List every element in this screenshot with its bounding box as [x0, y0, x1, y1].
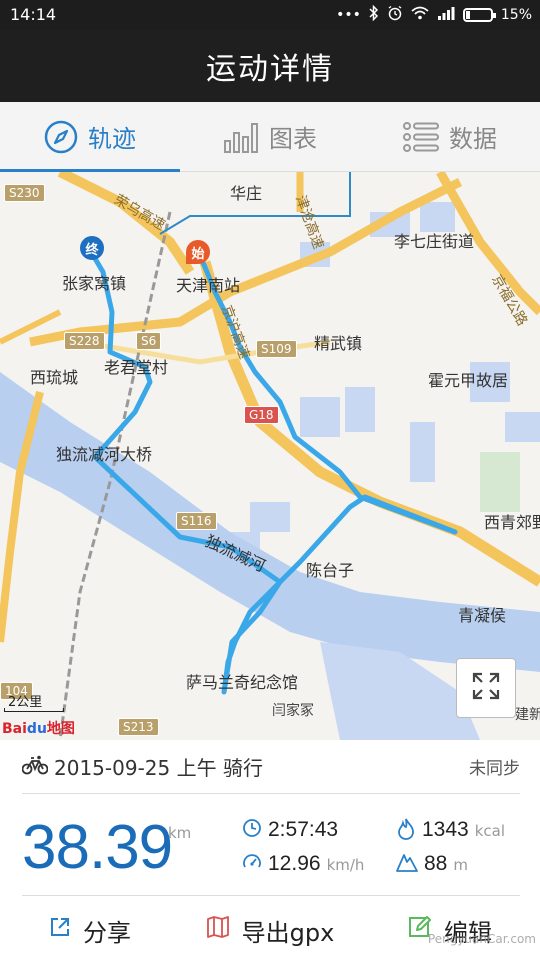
baidu-logo-bai: Bai	[2, 721, 27, 737]
map-label-qnh: 青凝侯	[458, 606, 507, 625]
map-label-smlq: 萨马兰奇纪念馆	[186, 673, 299, 692]
tab-bar: 轨迹 图表 数据	[0, 102, 540, 172]
duration-value: 2:57:43	[268, 818, 339, 841]
mountain-icon	[396, 852, 418, 876]
map-label-ljtc: 老君堂村	[104, 358, 169, 377]
tab-track[interactable]: 轨迹	[0, 102, 180, 172]
status-time: 14:14	[10, 5, 57, 24]
road-badge-s213: S213	[118, 718, 159, 736]
watermark: PengyuanCar.com	[427, 932, 536, 946]
baidu-map-logo: Baidu地图	[2, 718, 75, 738]
ride-date-label: 2015-09-25 上午 骑行	[54, 756, 263, 780]
road-badge-s230: S230	[4, 184, 45, 202]
climb-value: 88	[424, 852, 448, 875]
calories-unit: kcal	[474, 822, 506, 840]
expand-icon	[471, 671, 501, 705]
share-button[interactable]: 分享	[0, 900, 180, 960]
map-scale-label: 2公里	[8, 695, 43, 710]
flame-icon	[396, 818, 416, 844]
map-label-xlc: 西琉城	[30, 368, 79, 387]
status-bar: 14:14 ••• 15%	[0, 0, 540, 30]
stats-panel: 38.39 km 2:57:43 1343 kcal 12.96 km/h 88…	[22, 800, 520, 896]
clock-icon	[242, 818, 262, 842]
map-export-icon	[206, 915, 230, 945]
tab-chart-label: 图表	[269, 125, 317, 153]
stat-duration: 2:57:43	[242, 818, 338, 842]
start-marker-icon[interactable]: 始	[186, 240, 210, 264]
map-label-tjnz: 天津南站	[176, 276, 241, 295]
tab-track-label: 轨迹	[88, 125, 136, 153]
export-gpx-button[interactable]: 导出gpx	[180, 900, 360, 960]
road-badge-s116: S116	[176, 512, 217, 530]
end-marker-icon[interactable]: 终	[80, 236, 104, 260]
battery-fill	[465, 11, 470, 19]
action-bar: 分享 导出gpx 编辑	[0, 900, 540, 960]
stat-calories: 1343 kcal	[396, 818, 505, 844]
map-label-hyj: 霍元甲故居	[428, 371, 509, 390]
battery-percent: 15%	[500, 7, 532, 23]
speed-value: 12.96	[268, 852, 321, 875]
notification-dots-icon: •••	[336, 7, 361, 23]
tab-data-label: 数据	[449, 125, 497, 153]
page-title: 运动详情	[206, 52, 334, 87]
list-icon	[403, 121, 439, 152]
map-label-ctz: 陈台子	[306, 561, 355, 580]
bluetooth-icon	[369, 4, 379, 25]
alarm-clock-icon	[387, 5, 403, 25]
map-label-huazhuang: 华庄	[230, 184, 263, 203]
distance-value: 38.39	[22, 813, 173, 882]
status-icons: ••• 15%	[336, 4, 532, 25]
speedometer-icon	[242, 852, 262, 876]
calories-value: 1343	[422, 818, 469, 841]
tab-data[interactable]: 数据	[360, 102, 540, 171]
compass-icon	[44, 120, 78, 154]
wifi-icon	[411, 6, 429, 24]
edit-button[interactable]: 编辑	[360, 900, 540, 960]
map-label-zjw: 张家窝镇	[62, 274, 127, 293]
stat-climb: 88 m	[396, 852, 468, 876]
road-badge-s109: S109	[256, 340, 297, 358]
map-label-jx: 建新	[515, 707, 540, 723]
climb-unit: m	[453, 856, 468, 874]
bicycle-icon	[21, 755, 49, 779]
title-bar: 运动详情	[0, 30, 540, 102]
route-map[interactable]: 华庄 李七庄街道 张家窝镇 天津南站 精武镇 西琉城 老君堂村 霍元甲故居 独流…	[0, 172, 540, 740]
bar-chart-icon	[223, 121, 259, 153]
map-label-dljdq: 独流减河大桥	[56, 445, 153, 464]
stat-speed: 12.96 km/h	[242, 852, 364, 876]
export-gpx-label: 导出gpx	[241, 918, 335, 947]
sync-status[interactable]: 未同步	[469, 754, 520, 779]
map-label-yjj: 闫家冢	[272, 703, 314, 719]
share-icon	[49, 916, 71, 944]
map-label-jwz: 精武镇	[314, 334, 363, 353]
baidu-logo-map: 地图	[46, 721, 75, 737]
road-badge-g18: G18	[244, 406, 279, 424]
share-label: 分享	[83, 918, 131, 947]
distance-unit: km	[168, 824, 192, 842]
ride-info-row: 2015-09-25 上午 骑行 未同步	[21, 740, 520, 794]
fullscreen-button[interactable]	[456, 658, 516, 718]
speed-unit: km/h	[326, 856, 365, 874]
map-label-xqjy: 西青郊野	[484, 513, 540, 532]
road-badge-s6: S6	[136, 332, 162, 350]
battery-icon	[462, 8, 496, 22]
signal-icon	[437, 6, 455, 24]
tab-chart[interactable]: 图表	[180, 102, 360, 171]
map-label-lqz: 李七庄街道	[394, 232, 475, 251]
baidu-logo-du: du	[26, 721, 47, 737]
road-badge-s228: S228	[64, 332, 105, 350]
